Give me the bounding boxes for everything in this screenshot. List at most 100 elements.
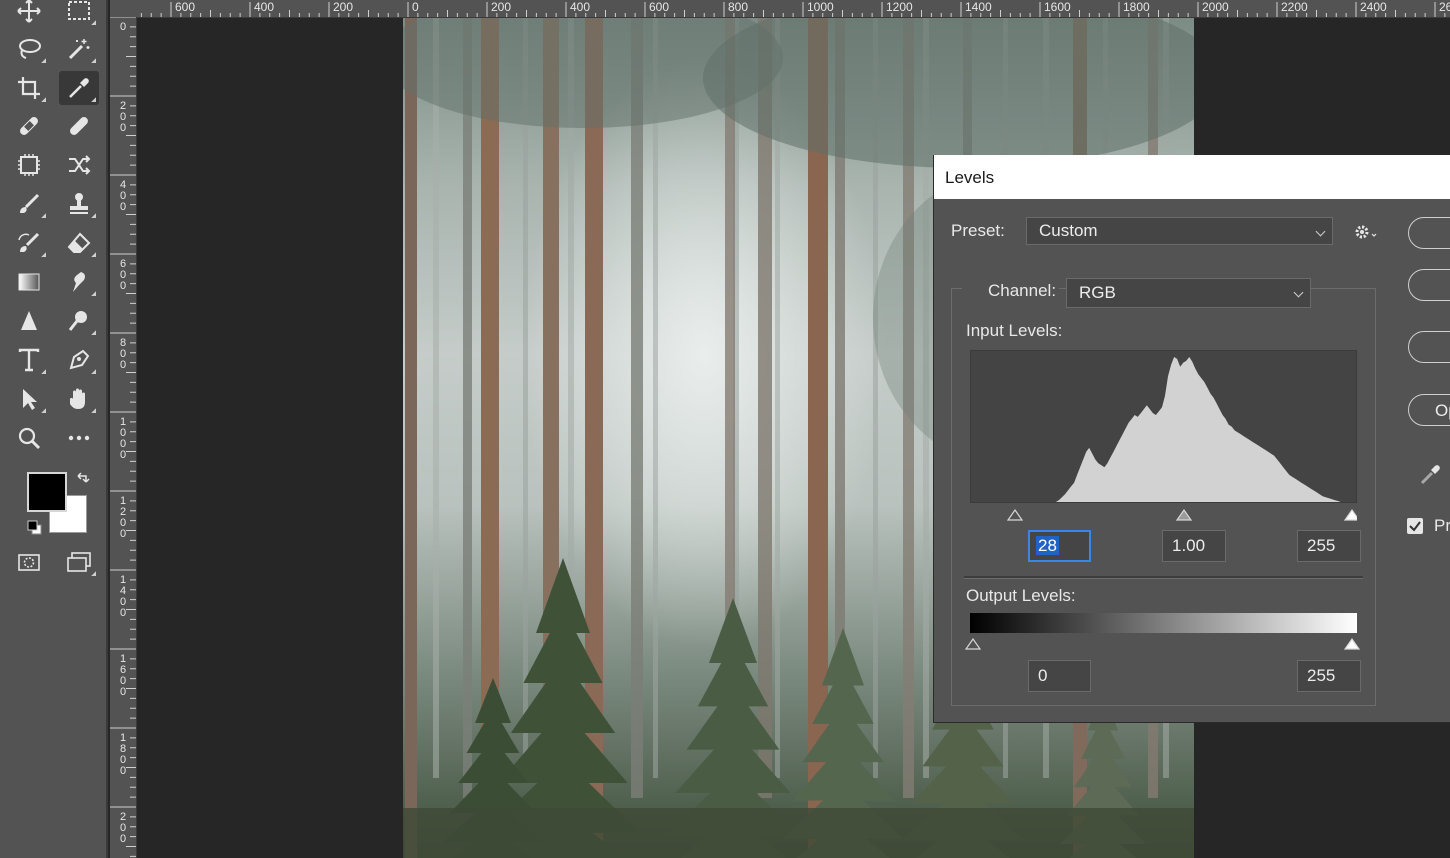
ruler-top-label: 2200	[1281, 0, 1308, 14]
content-aware-move-tool[interactable]	[59, 148, 99, 182]
input-white-field[interactable]: 255	[1297, 530, 1361, 562]
lasso-icon	[19, 39, 41, 59]
type-icon	[18, 348, 40, 372]
output-black-field[interactable]: 0	[1028, 660, 1091, 692]
input-white-slider[interactable]	[1343, 508, 1357, 521]
input-levels-label: Input Levels:	[966, 321, 1063, 340]
magic-wand-icon	[68, 39, 90, 60]
eyedropper-icon	[69, 78, 89, 98]
move-icon	[17, 0, 41, 23]
eraser-tool[interactable]	[59, 226, 99, 260]
input-black-value: 28	[1036, 536, 1059, 555]
crop-icon	[18, 77, 40, 99]
ruler-left-label: 0	[120, 833, 126, 845]
auto-button[interactable]	[1408, 331, 1450, 363]
ruler-left-label: 0	[120, 607, 126, 619]
cancel-button[interactable]	[1408, 269, 1450, 301]
input-black-slider[interactable]	[1006, 508, 1024, 521]
output-white-slider[interactable]	[1343, 637, 1361, 650]
pen-tool[interactable]	[59, 343, 99, 377]
output-slider-track[interactable]	[964, 632, 1364, 652]
ok-button[interactable]	[1408, 217, 1450, 249]
ruler-left-label: 0	[120, 359, 126, 371]
tools-panel	[0, 0, 108, 858]
gear-icon[interactable]	[1353, 222, 1379, 242]
ruler-top-label: 400	[254, 0, 274, 14]
gray-eyedropper-icon[interactable]	[1417, 460, 1445, 486]
channel-label: Channel:	[985, 281, 1060, 301]
dialog-title-bar[interactable]: Levels	[934, 155, 1450, 199]
output-levels-label: Output Levels:	[966, 586, 1076, 605]
brush-icon	[20, 193, 40, 213]
lasso-tool[interactable]	[9, 32, 49, 66]
swap-colors-icon[interactable]	[75, 470, 91, 486]
preview-checkbox[interactable]	[1407, 518, 1423, 534]
preset-value: Custom	[1039, 221, 1098, 240]
path-selection-tool[interactable]	[9, 382, 49, 416]
dodge-icon	[68, 311, 87, 331]
default-colors-icon[interactable]	[27, 520, 43, 536]
ruler-top-ticks: 600 400 200 0 200 400 600 800 1000 1200 1400 1600 18…	[140, 0, 1450, 17]
patch-tool[interactable]	[9, 148, 49, 182]
ruler-top-label: 600	[649, 0, 669, 14]
ruler-left-label: 0	[120, 122, 126, 134]
hand-icon	[69, 388, 85, 409]
history-brush-icon	[18, 232, 40, 252]
brush-tool[interactable]	[9, 187, 49, 221]
dialog-title: Levels	[945, 168, 995, 187]
more-icon	[68, 435, 90, 441]
input-gamma-field[interactable]: 1.00	[1162, 530, 1226, 562]
smudge-tool[interactable]	[59, 265, 99, 299]
histogram	[970, 350, 1357, 503]
healing-brush-tool[interactable]	[59, 109, 99, 143]
ruler-top-label: 200	[333, 0, 353, 14]
ruler-left-label: 0	[120, 765, 126, 777]
preset-label: Preset:	[951, 221, 1005, 240]
zoom-icon	[18, 427, 41, 450]
input-gamma-slider[interactable]	[1175, 508, 1193, 521]
patch-icon	[18, 154, 40, 176]
ruler-top-label: 1800	[1123, 0, 1150, 14]
eyedropper-tool[interactable]	[59, 71, 99, 105]
ruler-top-label: 200	[491, 0, 511, 14]
marquee-tool[interactable]	[59, 0, 99, 28]
histogram-area	[971, 357, 1356, 502]
history-brush-tool[interactable]	[9, 226, 49, 260]
input-slider-track[interactable]	[970, 503, 1357, 523]
crop-tool[interactable]	[9, 71, 49, 105]
screen-mode-icon	[67, 552, 91, 572]
checkmark-icon	[1409, 521, 1421, 532]
foreground-color-swatch[interactable]	[27, 472, 67, 512]
move-tool[interactable]	[9, 0, 49, 28]
chevron-down-icon	[1315, 226, 1326, 237]
screen-mode-button[interactable]	[59, 545, 99, 579]
gradient-tool[interactable]	[9, 265, 49, 299]
ruler-left[interactable]: 020040060080010001200140016001800200	[110, 17, 137, 858]
bandage-icon	[20, 117, 38, 135]
ruler-top-label: 1600	[1044, 0, 1071, 14]
options-button[interactable]: Op	[1408, 394, 1450, 426]
quick-mask-button[interactable]	[9, 545, 49, 579]
input-black-field[interactable]: 28	[1028, 530, 1091, 562]
ruler-left-label: 0	[120, 528, 126, 540]
output-black-slider[interactable]	[964, 637, 982, 650]
preset-select[interactable]: Custom	[1026, 217, 1333, 245]
zoom-tool[interactable]	[9, 421, 49, 455]
hand-tool[interactable]	[59, 382, 99, 416]
type-tool[interactable]	[9, 343, 49, 377]
channel-select[interactable]: RGB	[1066, 278, 1311, 308]
gradient-icon	[18, 273, 40, 291]
smudge-icon	[73, 272, 85, 292]
pen-icon	[69, 349, 90, 370]
magic-wand-tool[interactable]	[59, 32, 99, 66]
clone-stamp-tool[interactable]	[59, 187, 99, 221]
stamp-icon	[70, 193, 88, 214]
ruler-top[interactable]: 600 400 200 0 200 400 600 800 1000 1200 1400 1600 18…	[136, 0, 1450, 18]
more-tools[interactable]	[59, 421, 99, 455]
sharpen-tool[interactable]	[9, 304, 49, 338]
spot-healing-tool[interactable]	[9, 109, 49, 143]
output-white-field[interactable]: 255	[1297, 660, 1361, 692]
ruler-left-ticks: 020040060080010001200140016001800200	[110, 17, 136, 857]
rect-marquee-icon	[68, 1, 90, 20]
dodge-tool[interactable]	[59, 304, 99, 338]
